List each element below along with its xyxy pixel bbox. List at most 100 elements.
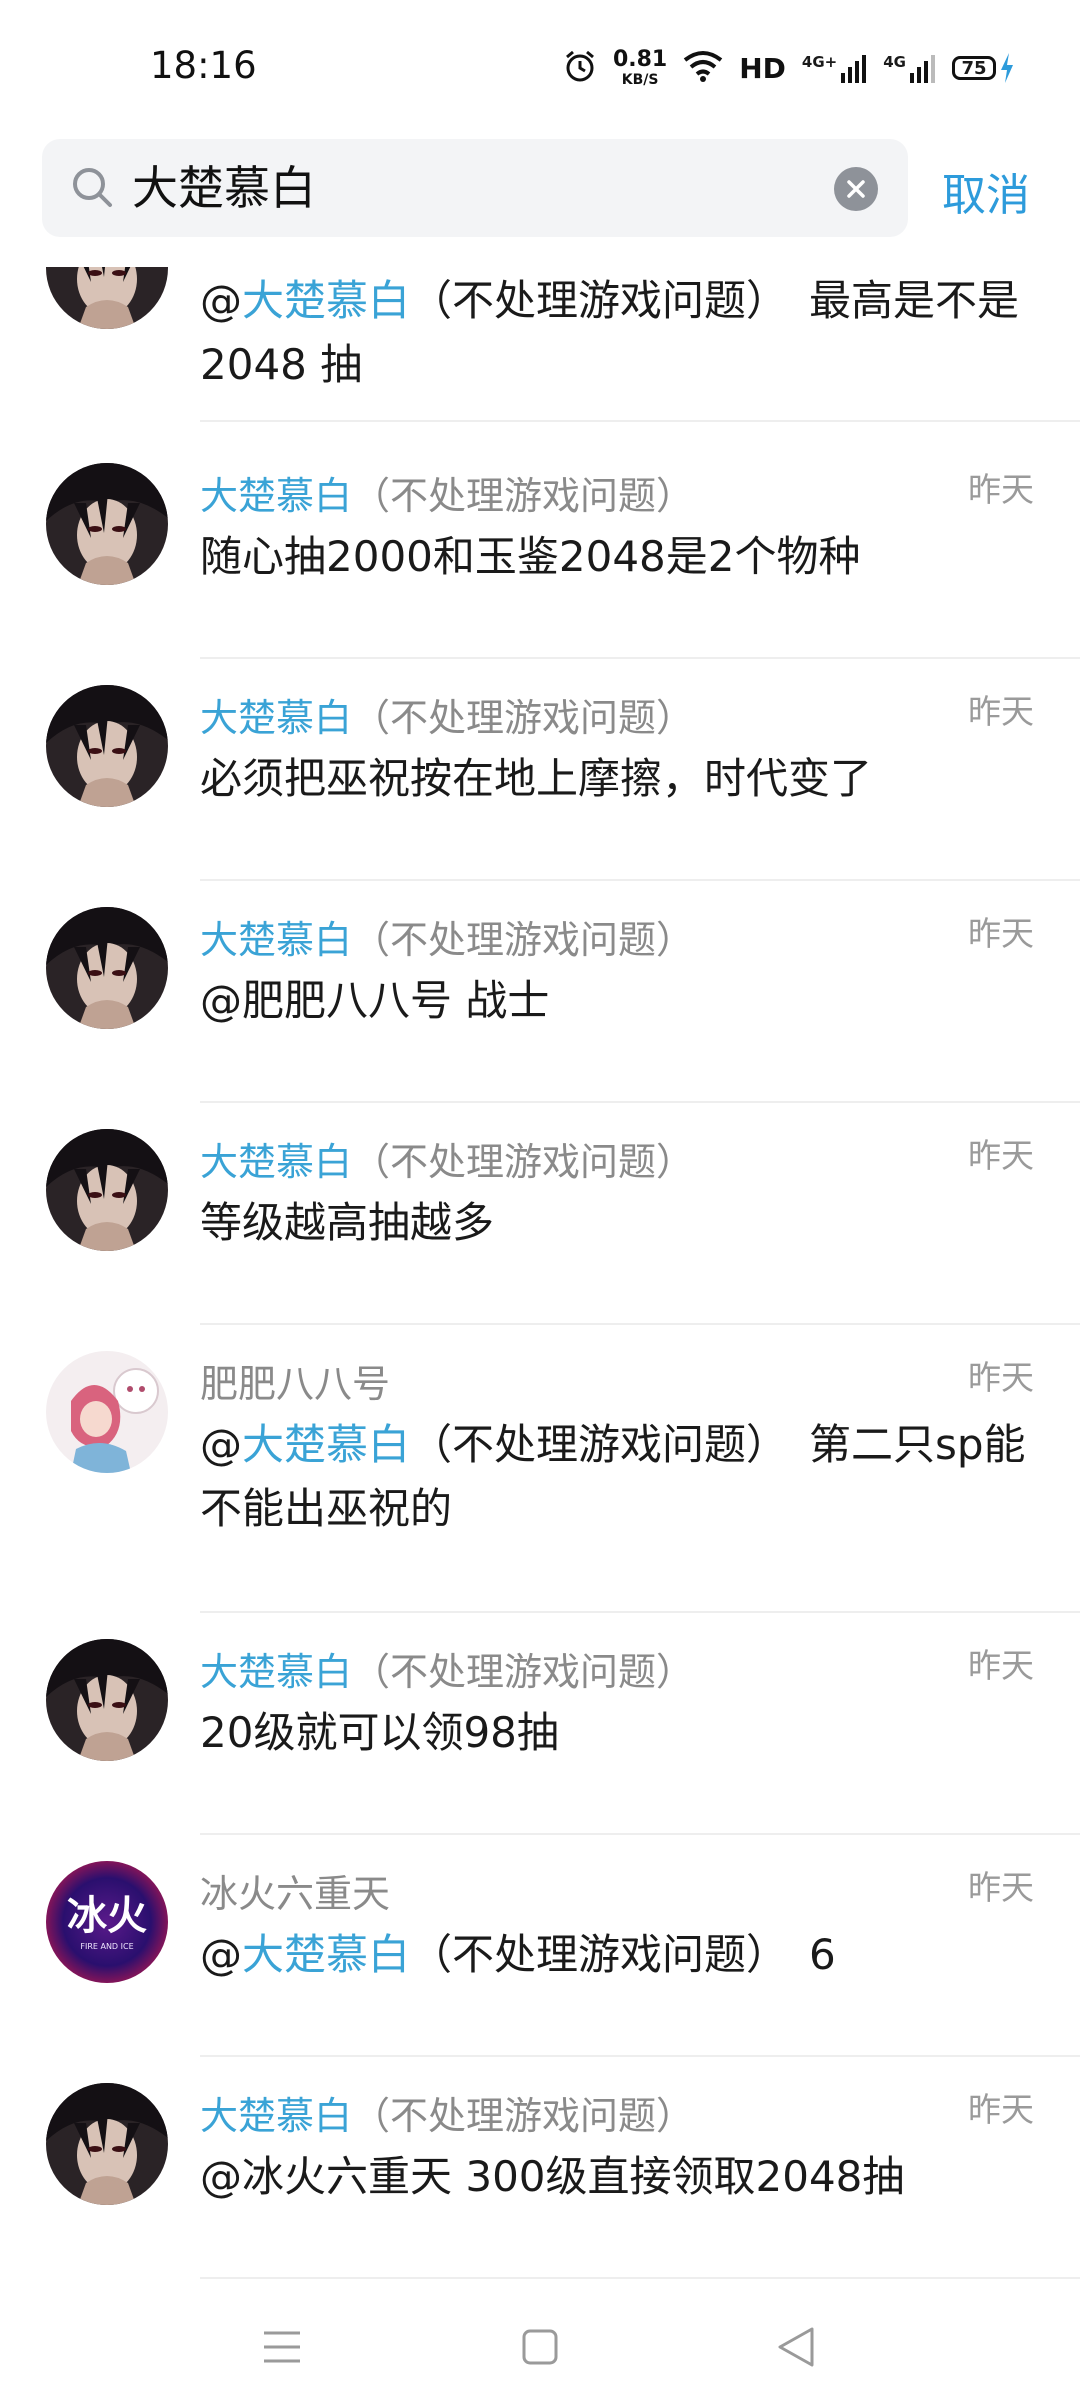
content-text: @ [200,1930,242,1979]
menu-button[interactable] [252,2317,312,2377]
content-text: @冰火六重天 300级直接领取2048抽 [200,2152,905,2201]
author-name[interactable]: 大楚慕白 [200,2094,352,2138]
post-content[interactable]: 等级越高抽越多 [200,1191,1040,1255]
search-input[interactable] [132,139,832,237]
net-speed-value: 0.81 [612,47,668,72]
post-content[interactable]: 必须把巫祝按在地上摩擦，时代变了 [200,747,1040,811]
result-item[interactable]: 大楚慕白（不处理游戏问题） 昨天 @冰火六重天 300级直接领取2048抽 [0,2057,1080,2279]
author-line: 大楚慕白（不处理游戏问题） [200,687,694,742]
signal-1-label: 4G+ [801,53,838,71]
mention-highlight: 大楚慕白 [242,1420,411,1469]
author-line: 大楚慕白（不处理游戏问题） [200,1641,694,1696]
author-line: 冰火六重天 [200,1863,390,1918]
divider [200,2277,1080,2279]
author-name[interactable]: 肥肥八八号 [200,1362,390,1406]
author-name[interactable]: 大楚慕白 [200,696,352,740]
close-icon [847,180,865,198]
post-date: 昨天 [968,470,1034,509]
author-name[interactable]: 大楚慕白 [200,918,352,962]
avatar[interactable] [46,463,168,585]
author-name[interactable]: 大楚慕白 [200,1650,352,1694]
author-tag: （不处理游戏问题） [352,696,695,740]
author-tag: （不处理游戏问题） [352,1140,695,1184]
mention-highlight: 大楚慕白 [242,1930,411,1979]
avatar[interactable] [46,907,168,1029]
signal-2-label: 4G [883,53,906,71]
author-tag: （不处理游戏问题） [352,918,695,962]
battery-level: 75 [952,56,996,80]
result-item[interactable]: 大楚慕白（不处理游戏问题） 昨天 20级就可以领98抽 [0,1613,1080,1835]
result-item[interactable]: 大楚慕白（不处理游戏问题） 昨天等级越高抽越多 [0,1103,1080,1325]
post-date: 昨天 [968,2090,1034,2129]
content-text: 必须把巫祝按在地上摩擦，时代变了 [200,754,873,803]
post-content[interactable]: @冰火六重天 300级直接领取2048抽 [200,2145,1040,2209]
status-bar: 18:16 0.81 KB/S HD 4G+ 4G 75 [0,0,1080,135]
post-date: 昨天 [968,692,1034,731]
search-box[interactable] [42,139,908,237]
author-line: 大楚慕白（不处理游戏问题） [200,1131,694,1186]
author-line: 肥肥八八号 [200,1353,390,1408]
result-item[interactable]: 肥肥八八号 昨天 @大楚慕白（不处理游戏问题） 第二只sp能不能出巫祝的 [0,1325,1080,1613]
battery-icon: 75 [952,53,1014,83]
fire-ice-logo-subtext: FIRE AND ICE [80,1942,133,1951]
clear-search-button[interactable] [834,167,878,211]
signal-1-icon: 4G+ [802,53,867,83]
post-content[interactable]: @大楚慕白（不处理游戏问题） 最高是不是 2048 抽 [200,269,1040,397]
post-date: 昨天 [968,1646,1034,1685]
content-text: 等级越高抽越多 [200,1198,495,1247]
post-content[interactable]: @肥肥八八号 战士 [200,969,1040,1033]
post-content[interactable]: 20级就可以领98抽 [200,1701,1040,1765]
post-date: 昨天 [968,1868,1034,1907]
back-button[interactable] [766,2317,826,2377]
author-name[interactable]: 冰火六重天 [200,1872,390,1916]
net-speed: 0.81 KB/S [612,47,668,88]
home-button[interactable] [510,2317,570,2377]
content-text: @ [200,1420,242,1469]
author-tag: （不处理游戏问题） [352,474,695,518]
search-results-list[interactable]: 大楚慕白（不处理游戏问题）@大楚慕白（不处理游戏问题） 最高是不是 2048 抽… [0,267,1080,2287]
author-line: 大楚慕白（不处理游戏问题） [200,909,694,964]
divider [200,420,1080,422]
back-icon [778,2327,814,2367]
wifi-icon [683,50,723,86]
avatar[interactable] [46,2083,168,2205]
author-name[interactable]: 大楚慕白 [200,1140,352,1184]
result-item[interactable]: 大楚慕白（不处理游戏问题）@大楚慕白（不处理游戏问题） 最高是不是 2048 抽 [0,267,1080,422]
navigation-bar [0,2287,1080,2400]
alarm-icon [563,49,597,87]
hd-indicator: HD [739,51,786,85]
search-icon [70,165,114,213]
avatar[interactable]: 冰火 FIRE AND ICE [46,1861,168,1983]
net-speed-unit: KB/S [621,72,659,88]
result-item[interactable]: 大楚慕白（不处理游戏问题） 昨天随心抽2000和玉鉴2048是2个物种 [0,437,1080,659]
author-tag: （不处理游戏问题） [352,2094,695,2138]
avatar[interactable] [46,1129,168,1251]
home-icon [522,2329,558,2365]
content-text: （不处理游戏问题） 6 [410,1930,836,1979]
result-item[interactable]: 大楚慕白（不处理游戏问题） 昨天必须把巫祝按在地上摩擦，时代变了 [0,659,1080,881]
clock: 18:16 [150,44,257,87]
result-item[interactable]: 冰火 FIRE AND ICE 冰火六重天 昨天 @大楚慕白（不处理游戏问题） 6 [0,1835,1080,2057]
post-content[interactable]: @大楚慕白（不处理游戏问题） 第二只sp能不能出巫祝的 [200,1413,1040,1541]
author-name[interactable]: 大楚慕白 [200,474,352,518]
cancel-button[interactable]: 取消 [942,159,1030,223]
post-content[interactable]: @大楚慕白（不处理游戏问题） 6 [200,1923,1040,1987]
content-text: @肥肥八八号 战士 [200,976,550,1025]
content-text: 随心抽2000和玉鉴2048是2个物种 [200,532,861,581]
result-item[interactable]: 大楚慕白（不处理游戏问题） 昨天 @肥肥八八号 战士 [0,881,1080,1103]
status-icons: 0.81 KB/S HD 4G+ 4G 75 [563,44,1014,92]
avatar[interactable] [46,267,168,329]
fire-ice-logo-text: 冰火 [67,1893,147,1939]
avatar[interactable] [46,1639,168,1761]
author-line: 大楚慕白（不处理游戏问题） [200,2085,694,2140]
signal-2-icon: 4G [883,53,936,83]
post-date: 昨天 [968,1136,1034,1175]
post-content[interactable]: 随心抽2000和玉鉴2048是2个物种 [200,525,1040,589]
content-text: @ [200,276,242,325]
search-header: 取消 [0,135,1080,267]
avatar[interactable] [46,1351,168,1473]
avatar[interactable] [46,685,168,807]
author-line: 大楚慕白（不处理游戏问题） [200,465,694,520]
content-text: 20级就可以领98抽 [200,1708,559,1757]
post-date: 昨天 [968,914,1034,953]
